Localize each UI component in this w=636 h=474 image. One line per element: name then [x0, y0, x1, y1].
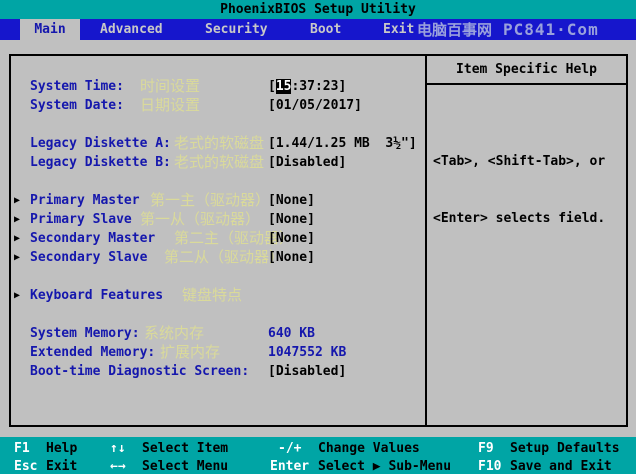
setting-value: [01/05/2017] — [268, 98, 362, 113]
setting-annotation-cn: 老式的软磁盘 — [174, 134, 265, 152]
submenu-arrow-icon: ▶ — [14, 252, 21, 263]
value-bracket: [ — [268, 79, 276, 94]
item-specific-help-panel: Item Specific Help <Tab>, <Shift-Tab>, o… — [425, 56, 626, 425]
footer-key-f1: F1 — [14, 441, 30, 456]
setting-annotation-cn: 系统内存 — [144, 324, 205, 342]
setting-annotation-cn: 老式的软磁盘 — [174, 153, 265, 171]
footer-key-leftright-icon: ←→ — [110, 459, 126, 474]
setting-row-system-memory: System Memory: 系统内存 640 KB — [0, 324, 425, 343]
footer-hint-save-and-exit: Save and Exit — [510, 459, 612, 474]
submenu-arrow-icon: ▶ — [14, 195, 21, 206]
setting-annotation-cn: 第二从（驱动器） — [164, 248, 285, 266]
help-line: <Enter> selects field. — [433, 211, 606, 226]
setting-label: Boot-time Diagnostic Screen: — [30, 364, 250, 379]
setting-row-secondary-slave[interactable]: ▶ Secondary Slave 第二从（驱动器） [None] — [0, 248, 425, 267]
tab-exit[interactable]: Exit — [383, 19, 414, 40]
footer-key-esc: Esc — [14, 459, 38, 474]
setting-label: System Memory: — [30, 326, 140, 341]
footer-key-enter: Enter — [270, 459, 310, 474]
setting-row-primary-master[interactable]: ▶ Primary Master 第一主（驱动器） [None] — [0, 191, 425, 210]
setting-value: [15:37:23] — [268, 77, 346, 96]
bios-setup-screen: PhoenixBIOS Setup Utility Main Advanced … — [0, 0, 636, 474]
watermark-site-url: PC841·Com — [503, 20, 599, 39]
setting-label: System Time: — [30, 79, 124, 94]
setting-label: Extended Memory: — [30, 345, 156, 360]
setting-label: Primary Slave — [30, 212, 132, 227]
help-panel-text: <Tab>, <Shift-Tab>, or <Enter> selects f… — [433, 114, 605, 266]
setting-value: [Disabled] — [268, 364, 347, 379]
setting-label: Keyboard Features — [30, 288, 164, 303]
setting-annotation-cn: 扩展内存 — [160, 343, 221, 361]
setting-value: [None] — [268, 250, 315, 265]
page-title: PhoenixBIOS Setup Utility — [0, 0, 636, 19]
watermark-site-name: 电脑百事网 — [417, 21, 493, 39]
help-line: <Tab>, <Shift-Tab>, or — [433, 154, 606, 169]
footer-hint-change-values: Change Values — [318, 441, 420, 456]
setting-label: Primary Master — [30, 193, 140, 208]
setting-value: [None] — [268, 231, 315, 246]
menu-bar: Main Advanced Security Boot Exit 电脑百事网 P… — [0, 19, 636, 40]
footer-hint-select-menu: Select Menu — [142, 459, 229, 474]
setting-label: Secondary Master — [30, 231, 156, 246]
setting-value: 1047552 KB — [268, 345, 347, 360]
setting-row-legacy-diskette-b[interactable]: Legacy Diskette B: 老式的软磁盘 [Disabled] — [0, 153, 425, 172]
setting-label: Legacy Diskette B: — [30, 155, 171, 170]
setting-row-keyboard-features[interactable]: ▶ Keyboard Features 键盘特点 — [0, 286, 425, 305]
submenu-arrow-icon: ▶ — [14, 290, 21, 301]
setting-row-system-time[interactable]: System Time: 时间设置 [15:37:23] — [0, 77, 425, 96]
setting-row-primary-slave[interactable]: ▶ Primary Slave 第一从（驱动器） [None] — [0, 210, 425, 229]
key-hint-bar: F1 Help ↑↓ Select Item -/+ Change Values… — [0, 437, 636, 474]
setting-annotation-cn: 日期设置 — [140, 96, 201, 114]
footer-hint-help: Help — [46, 441, 78, 456]
setting-row-boot-time-diagnostic-screen[interactable]: Boot-time Diagnostic Screen: [Disabled] — [0, 362, 425, 381]
setting-label: Secondary Slave — [30, 250, 148, 265]
setting-value: [Disabled] — [268, 155, 347, 170]
setting-value: [1.44/1.25 MB 3½"] — [268, 136, 417, 151]
footer-hint-setup-defaults: Setup Defaults — [510, 441, 620, 456]
help-panel-title: Item Specific Help — [427, 56, 626, 85]
footer-key-f9: F9 — [478, 441, 494, 456]
value-rest: :37:23] — [291, 79, 347, 94]
setting-annotation-cn: 第一主（驱动器） — [150, 191, 271, 209]
submenu-arrow-icon: ▶ — [14, 214, 21, 225]
setting-row-secondary-master[interactable]: ▶ Secondary Master 第二主（驱动器） [None] — [0, 229, 425, 248]
setting-value: 640 KB — [268, 326, 315, 341]
footer-hint-select-item: Select Item — [142, 441, 229, 456]
footer-key-f10: F10 — [478, 459, 502, 474]
tab-security[interactable]: Security — [205, 19, 268, 40]
footer-hint-exit: Exit — [46, 459, 78, 474]
setting-annotation-cn: 时间设置 — [140, 77, 201, 95]
submenu-arrow-icon: ▶ — [14, 233, 21, 244]
setting-value: [None] — [268, 212, 315, 227]
tab-main[interactable]: Main — [20, 19, 80, 40]
setting-row-system-date[interactable]: System Date: 日期设置 [01/05/2017] — [0, 96, 425, 115]
setting-annotation-cn: 第一从（驱动器） — [140, 210, 261, 228]
setting-value: [None] — [268, 193, 315, 208]
footer-key-updown-icon: ↑↓ — [110, 441, 126, 456]
edit-cursor[interactable]: 15 — [275, 79, 292, 94]
setting-label: System Date: — [30, 98, 124, 113]
setting-row-legacy-diskette-a[interactable]: Legacy Diskette A: 老式的软磁盘 [1.44/1.25 MB … — [0, 134, 425, 153]
setting-row-extended-memory: Extended Memory: 扩展内存 1047552 KB — [0, 343, 425, 362]
setting-label: Legacy Diskette A: — [30, 136, 171, 151]
footer-key-minus-plus: -/+ — [278, 441, 302, 456]
setting-annotation-cn: 键盘特点 — [182, 286, 243, 304]
footer-hint-select-submenu: Select ▶ Sub-Menu — [318, 459, 452, 474]
tab-advanced[interactable]: Advanced — [100, 19, 163, 40]
tab-boot[interactable]: Boot — [310, 19, 341, 40]
